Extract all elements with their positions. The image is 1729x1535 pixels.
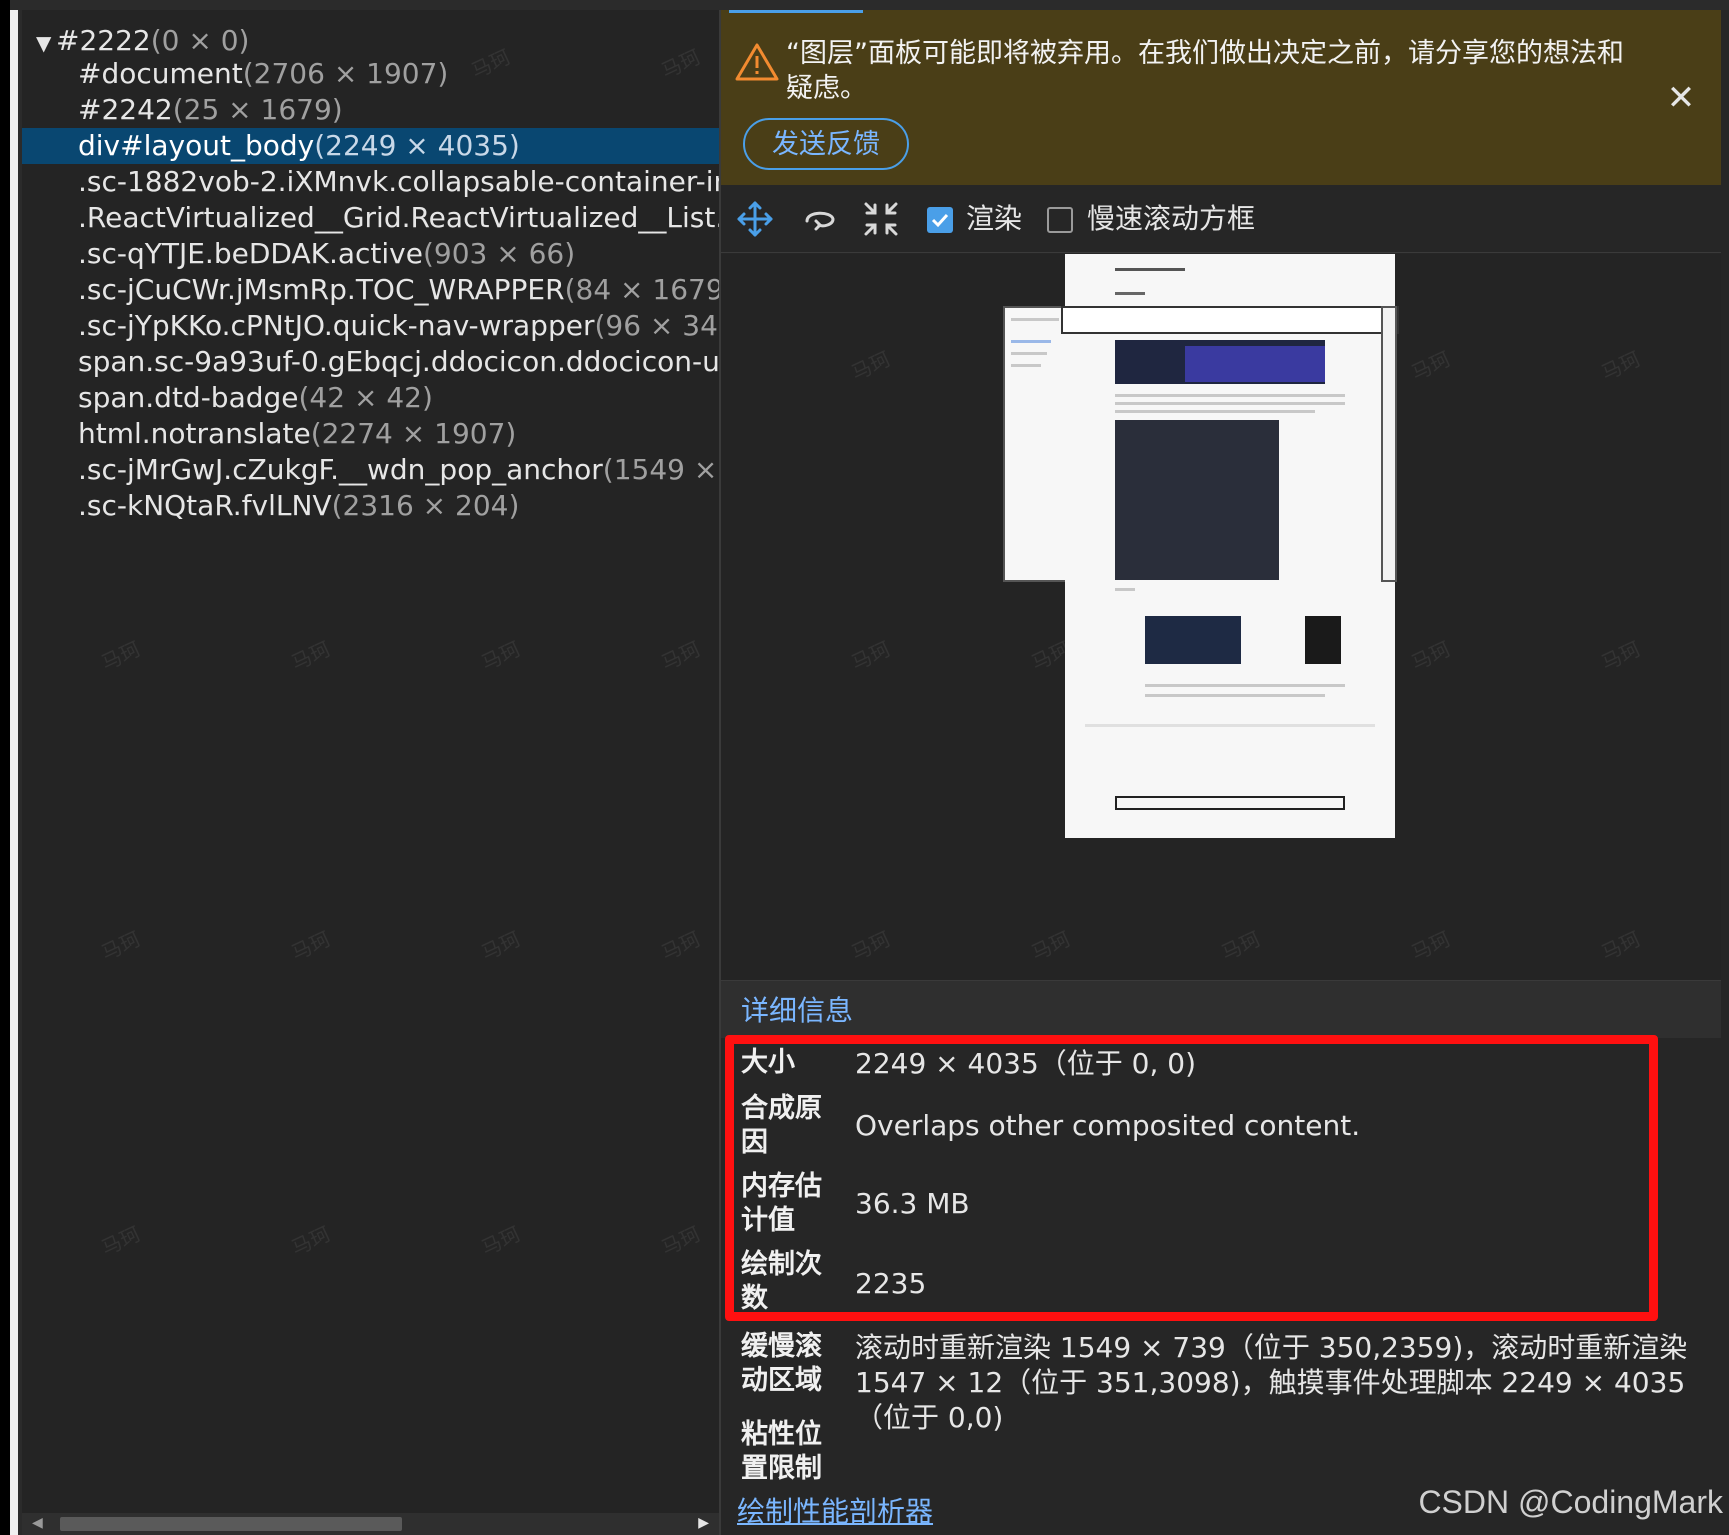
layer-tree-row[interactable]: span.dtd-badge(42 × 42) (22, 380, 719, 416)
layer-name: .sc-jMrGwJ.cZukgF.__wdn_pop_anchor (78, 453, 603, 486)
layer-dims: (0 × 0) (150, 24, 250, 57)
layer-tree-row[interactable]: .ReactVirtualized__Grid.ReactVirtualized… (22, 200, 719, 236)
send-feedback-button[interactable]: 发送反馈 (743, 118, 909, 170)
paint-profiler-link[interactable]: 绘制性能剖析器 (737, 1494, 933, 1530)
detail-value: 滚动时重新渲染 1549 × 739（位于 350,2359)，滚动时重新渲染 … (855, 1331, 1688, 1434)
details-header: 详细信息 (721, 980, 1721, 1038)
preview-layer-left (1003, 306, 1067, 582)
rotate-icon[interactable] (799, 199, 839, 239)
layer-dims: (903 × 66) (422, 237, 576, 270)
horizontal-scrollbar[interactable]: ◀ ▶ (22, 1513, 719, 1535)
reset-view-icon[interactable] (861, 199, 901, 239)
devtools-window: ▼ #2222(0 × 0) #document(2706 × 1907) #22… (0, 0, 1729, 1535)
layer-name: div#layout_body (78, 129, 315, 162)
slow-scroll-rects-checkbox[interactable] (1047, 207, 1073, 233)
layer-dims: (84 × 1679) (564, 273, 719, 306)
layer-name: span.sc-9a93uf-0.gEbqcj.ddocicon.ddocico… (78, 345, 719, 378)
layer-tree-row[interactable]: span.sc-9a93uf-0.gEbqcj.ddocicon.ddocico… (22, 344, 719, 380)
render-checkbox[interactable] (927, 207, 953, 233)
close-icon[interactable]: ✕ (1661, 78, 1701, 118)
scrollbar-thumb[interactable] (60, 1517, 402, 1531)
layer-dims: (42 × 42) (298, 381, 433, 414)
layer-name: .sc-1882vob-2.iXMnvk.collapsable-contain… (78, 165, 719, 198)
arrow-left-icon[interactable]: ◀ (32, 1515, 43, 1531)
layer-tree-row[interactable]: .sc-1882vob-2.iXMnvk.collapsable-contain… (22, 164, 719, 200)
layers-3d-preview[interactable] (721, 254, 1721, 980)
layer-dims: (2274 × 1907) (310, 417, 517, 450)
layer-name: #2222 (56, 24, 151, 57)
window-left-border (10, 10, 18, 1535)
banner-message: “图层”面板可能即将被弃用。在我们做出决定之前，请分享您的想法和疑虑。 (786, 38, 1624, 104)
layer-name: .sc-jCuCWr.jMsmRp.TOC_WRAPPER (78, 273, 565, 306)
layer-name: #2242 (78, 93, 173, 126)
highlight-annotation-box (725, 1035, 1658, 1321)
warning-icon (735, 43, 779, 81)
layer-name: .sc-jYpKKo.cPNtJO.quick-nav-wrapper (78, 309, 595, 342)
deprecation-banner: “图层”面板可能即将被弃用。在我们做出决定之前，请分享您的想法和疑虑。 ✕ 发送… (721, 10, 1721, 185)
layer-name: .sc-kNQtaR.fvlLNV (78, 489, 332, 522)
expand-triangle-icon[interactable]: ▼ (36, 25, 56, 59)
layer-dims: (2316 × 204) (331, 489, 520, 522)
layer-tree-row[interactable]: .sc-jYpKKo.cPNtJO.quick-nav-wrapper(96 ×… (22, 308, 719, 344)
arrow-right-icon[interactable]: ▶ (698, 1515, 709, 1531)
layer-tree-row[interactable]: ▼ #2222(0 × 0) (36, 23, 719, 59)
layer-dims: (96 × 345) (594, 309, 719, 342)
layer-name: .sc-qYTJE.beDDAK.active (78, 237, 423, 270)
detail-key: 粘性位置限制 (741, 1419, 822, 1484)
csdn-watermark: CSDN @CodingMark (1418, 1484, 1723, 1520)
preview-layer-bar (1061, 306, 1399, 334)
layer-tree-row[interactable]: #document(2706 × 1907) (22, 56, 719, 92)
tab-indicator (729, 10, 863, 13)
layer-tree-row[interactable]: html.notranslate(2274 × 1907) (22, 416, 719, 452)
checkmark-icon (931, 213, 949, 228)
layer-name: span.dtd-badge (78, 381, 299, 414)
render-label[interactable]: 渲染 (966, 199, 1022, 239)
layer-name: .ReactVirtualized__Grid.ReactVirtualized… (78, 201, 719, 234)
layer-tree-row[interactable]: #2242(25 × 1679) (22, 92, 719, 128)
layer-dims: (2706 × 1907) (242, 57, 449, 90)
preview-layer-page (1065, 254, 1395, 838)
layers-toolbar: 渲染 慢速滚动方框 (721, 185, 1721, 253)
layer-tree-row[interactable]: .sc-qYTJE.beDDAK.active(903 × 66) (22, 236, 719, 272)
slow-scroll-rects-label[interactable]: 慢速滚动方框 (1087, 199, 1255, 239)
preview-layer-right (1381, 306, 1397, 582)
layer-tree-row[interactable]: .sc-jMrGwJ.cZukgF.__wdn_pop_anchor(1549 … (22, 452, 719, 488)
layer-tree-row[interactable]: .sc-jCuCWr.jMsmRp.TOC_WRAPPER(84 × 1679) (22, 272, 719, 308)
detail-key: 缓慢滚动区域 (741, 1331, 822, 1396)
layer-tree-row-selected[interactable]: div#layout_body(2249 × 4035) (22, 128, 719, 164)
layer-dims: (1549 × 95) (602, 453, 719, 486)
window-top-edge (10, 0, 1729, 10)
layer-name: html.notranslate (78, 417, 311, 450)
layer-dims: (25 × 1679) (172, 93, 343, 126)
details-title: 详细信息 (741, 994, 854, 1027)
layer-tree-panel: ▼ #2222(0 × 0) #document(2706 × 1907) #22… (22, 10, 719, 1535)
layer-details-panel: “图层”面板可能即将被弃用。在我们做出决定之前，请分享您的想法和疑虑。 ✕ 发送… (721, 10, 1729, 1535)
layer-name: #document (78, 57, 243, 90)
move-icon[interactable] (735, 199, 775, 239)
layer-dims: (2249 × 4035) (314, 129, 520, 162)
layer-tree-row[interactable]: .sc-kNQtaR.fvlLNV(2316 × 204) (22, 488, 719, 524)
